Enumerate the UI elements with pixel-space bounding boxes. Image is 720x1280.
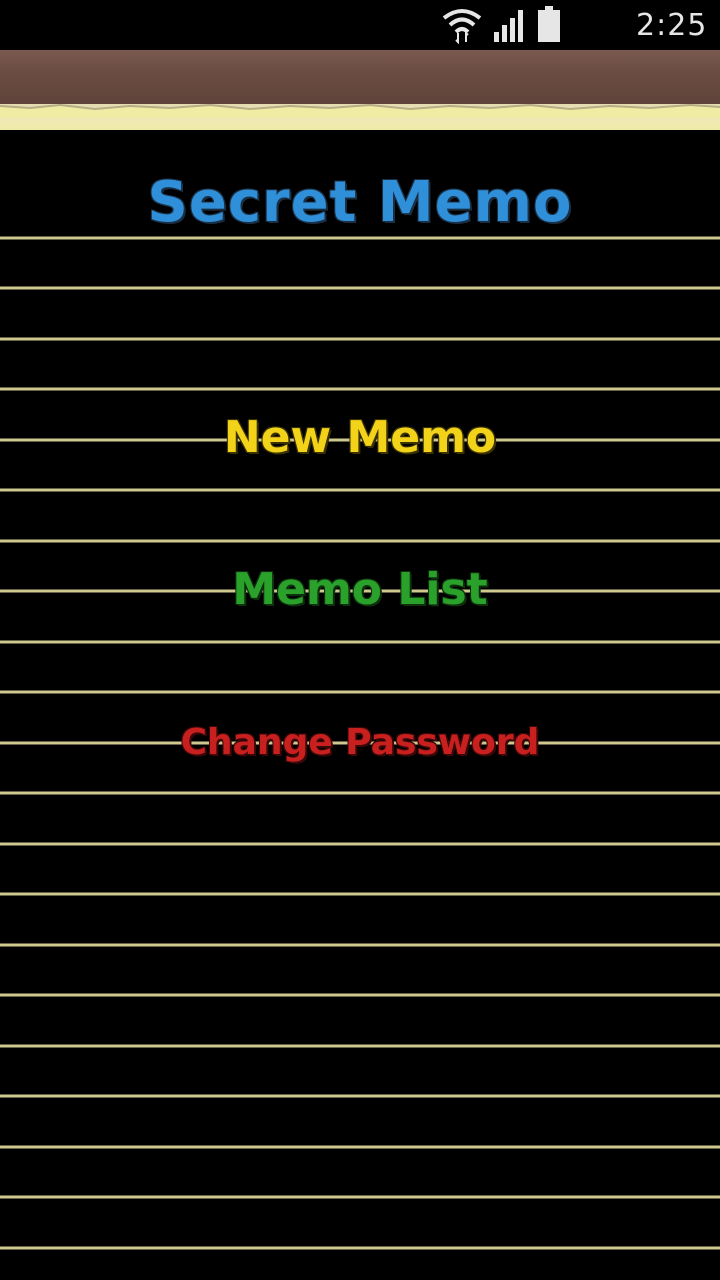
- app-title: Secret Memo: [147, 170, 573, 235]
- new-memo-button[interactable]: New Memo: [0, 412, 720, 463]
- change-password-button[interactable]: Change Password: [0, 722, 720, 763]
- memo-list-button[interactable]: Memo List: [0, 564, 720, 615]
- screen: 2:25 Secret Memo New Memo Memo List Chan…: [0, 0, 720, 1280]
